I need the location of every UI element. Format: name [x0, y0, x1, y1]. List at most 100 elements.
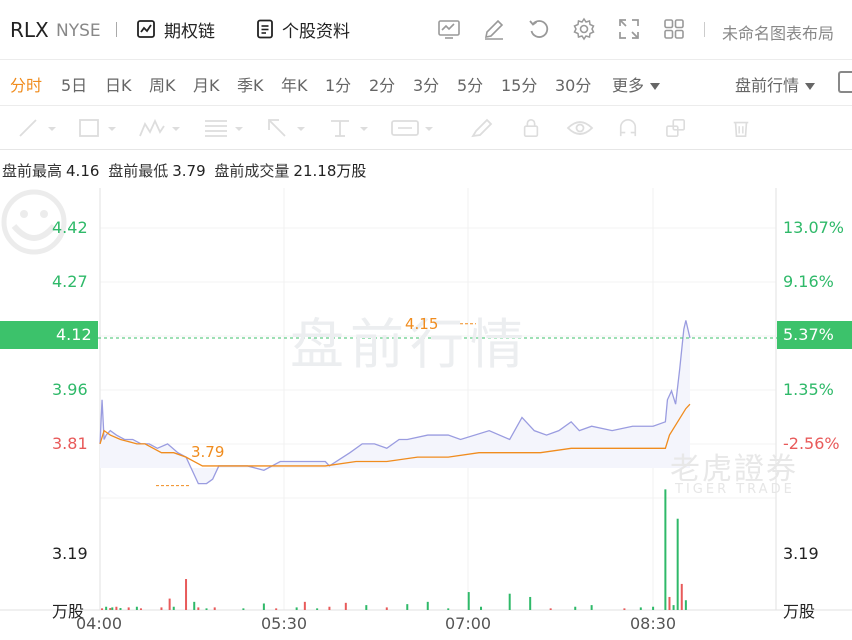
premarket-low-value: 3.79: [172, 162, 206, 180]
eye-icon[interactable]: [566, 118, 594, 138]
volume-bar: [426, 601, 429, 610]
time-axis-label: 08:30: [630, 614, 677, 633]
layout-grid-icon[interactable]: [662, 17, 686, 41]
volume-bar: [197, 607, 200, 610]
trend-line-icon[interactable]: [18, 118, 58, 138]
time-axis-label: 05:30: [261, 614, 308, 633]
header-divider: [116, 22, 117, 37]
volume-bar: [213, 607, 216, 610]
period-tab-30min[interactable]: 30分: [555, 72, 591, 96]
options-chain-label: 期权链: [164, 21, 215, 42]
layout-name-button[interactable]: 未命名图表布局: [722, 20, 834, 44]
period-tab-weekly[interactable]: 周K: [149, 72, 176, 96]
low-price-annotation: 3.79: [191, 443, 225, 461]
volume-bar: [205, 608, 208, 610]
volume-bar: [115, 606, 118, 610]
volume-bar: [262, 603, 265, 610]
period-tab-daily[interactable]: 日K: [105, 72, 132, 96]
fullscreen-icon[interactable]: [617, 17, 641, 41]
lock-icon[interactable]: [520, 118, 542, 138]
volume-bar: [664, 489, 667, 610]
wave-pattern-icon[interactable]: [138, 118, 182, 138]
volume-bar: [385, 607, 388, 610]
volume-bar: [111, 607, 114, 610]
volume-bar: [316, 608, 319, 610]
period-tab-3min[interactable]: 3分: [413, 72, 439, 96]
price-axis-label: 4.42: [52, 218, 88, 237]
volume-bar: [135, 606, 138, 610]
volume-bar: [295, 607, 298, 610]
price-axis-label: 3.81: [52, 434, 88, 453]
period-tab-15min[interactable]: 15分: [501, 72, 537, 96]
brand-name-en: TIGER TRADE: [675, 482, 795, 497]
current-pct-tag: 5.37%: [777, 321, 852, 349]
toolbar-divider: [704, 22, 705, 37]
brush-icon[interactable]: [470, 118, 494, 138]
pct-axis-label: -2.56%: [783, 434, 840, 453]
text-icon[interactable]: [328, 118, 372, 138]
premarket-high-label: 盘前最高: [2, 162, 63, 180]
premarket-volume-value: 21.18万股: [293, 162, 367, 180]
volume-bar: [139, 608, 142, 610]
volume-bar: [160, 607, 163, 610]
pct-axis-label: 9.16%: [783, 272, 834, 291]
ticker-symbol[interactable]: RLX: [10, 18, 49, 42]
document-icon: [257, 19, 273, 39]
chart-header: RLX NYSE 期权链 个股资料 未命名图表布局: [0, 0, 852, 60]
trash-icon[interactable]: [730, 118, 752, 138]
period-tab-1min[interactable]: 1分: [325, 72, 351, 96]
magnet-icon[interactable]: [616, 118, 640, 138]
rectangle-icon[interactable]: [78, 118, 118, 138]
chart-watermark: 盘前行情: [290, 313, 530, 376]
intraday-chart[interactable]: 盘前行情 老虎證券 TIGER TRADE 4.42 4.27 3.96 3.8…: [0, 188, 852, 640]
period-tab-intraday[interactable]: 分时: [10, 72, 42, 96]
measure-icon[interactable]: [390, 118, 436, 138]
pct-axis-label: 1.35%: [783, 380, 834, 399]
fibonacci-icon[interactable]: [203, 118, 247, 138]
volume-bar: [676, 518, 679, 610]
volume-bar: [119, 608, 122, 610]
indicator-icon[interactable]: [437, 17, 461, 41]
volume-unit-label-right: 万股: [783, 602, 816, 621]
options-chain-link[interactable]: 期权链: [136, 17, 215, 42]
period-tab-5day[interactable]: 5日: [61, 72, 87, 96]
period-more-dropdown[interactable]: 更多: [612, 72, 661, 96]
period-tab-monthly[interactable]: 月K: [193, 72, 220, 96]
volume-bar: [168, 598, 171, 610]
volume-bar: [193, 601, 196, 610]
volume-bar: [101, 608, 104, 610]
volume-bar: [303, 601, 306, 610]
period-tab-2min[interactable]: 2分: [369, 72, 395, 96]
pct-axis-label: 13.07%: [783, 218, 845, 237]
volume-bar: [672, 605, 675, 610]
volume-bar: [447, 608, 450, 610]
period-tab-yearly[interactable]: 年K: [281, 72, 308, 96]
exchange-name: NYSE: [56, 21, 101, 41]
volume-bar: [172, 606, 175, 610]
volume-bar: [344, 602, 347, 610]
volume-axis-label: 3.19: [52, 544, 88, 563]
panel-toggle-icon[interactable]: [838, 71, 852, 93]
volume-bar: [508, 593, 511, 610]
chart-canvas[interactable]: [0, 188, 852, 640]
settings-icon[interactable]: [572, 17, 596, 41]
volume-bar: [684, 600, 687, 610]
volume-bar: [242, 608, 245, 610]
premarket-dropdown[interactable]: 盘前行情: [735, 72, 816, 96]
period-tab-5min[interactable]: 5分: [457, 72, 483, 96]
volume-bar: [406, 604, 409, 610]
draw-edit-icon[interactable]: [482, 17, 506, 41]
high-price-annotation: 4.15: [405, 315, 439, 333]
premarket-high-value: 4.16: [66, 162, 100, 180]
stock-profile-link[interactable]: 个股资料: [256, 17, 350, 42]
arrow-icon[interactable]: [265, 118, 309, 138]
volume-bar: [590, 605, 593, 610]
volume-bar: [529, 596, 532, 610]
stock-profile-label: 个股资料: [282, 21, 350, 42]
period-more-label: 更多: [612, 76, 645, 95]
reset-icon[interactable]: [527, 17, 551, 41]
period-tab-quarterly[interactable]: 季K: [237, 72, 264, 96]
volume-bar: [668, 596, 671, 610]
layers-icon[interactable]: [663, 118, 689, 138]
volume-bar: [105, 606, 108, 610]
